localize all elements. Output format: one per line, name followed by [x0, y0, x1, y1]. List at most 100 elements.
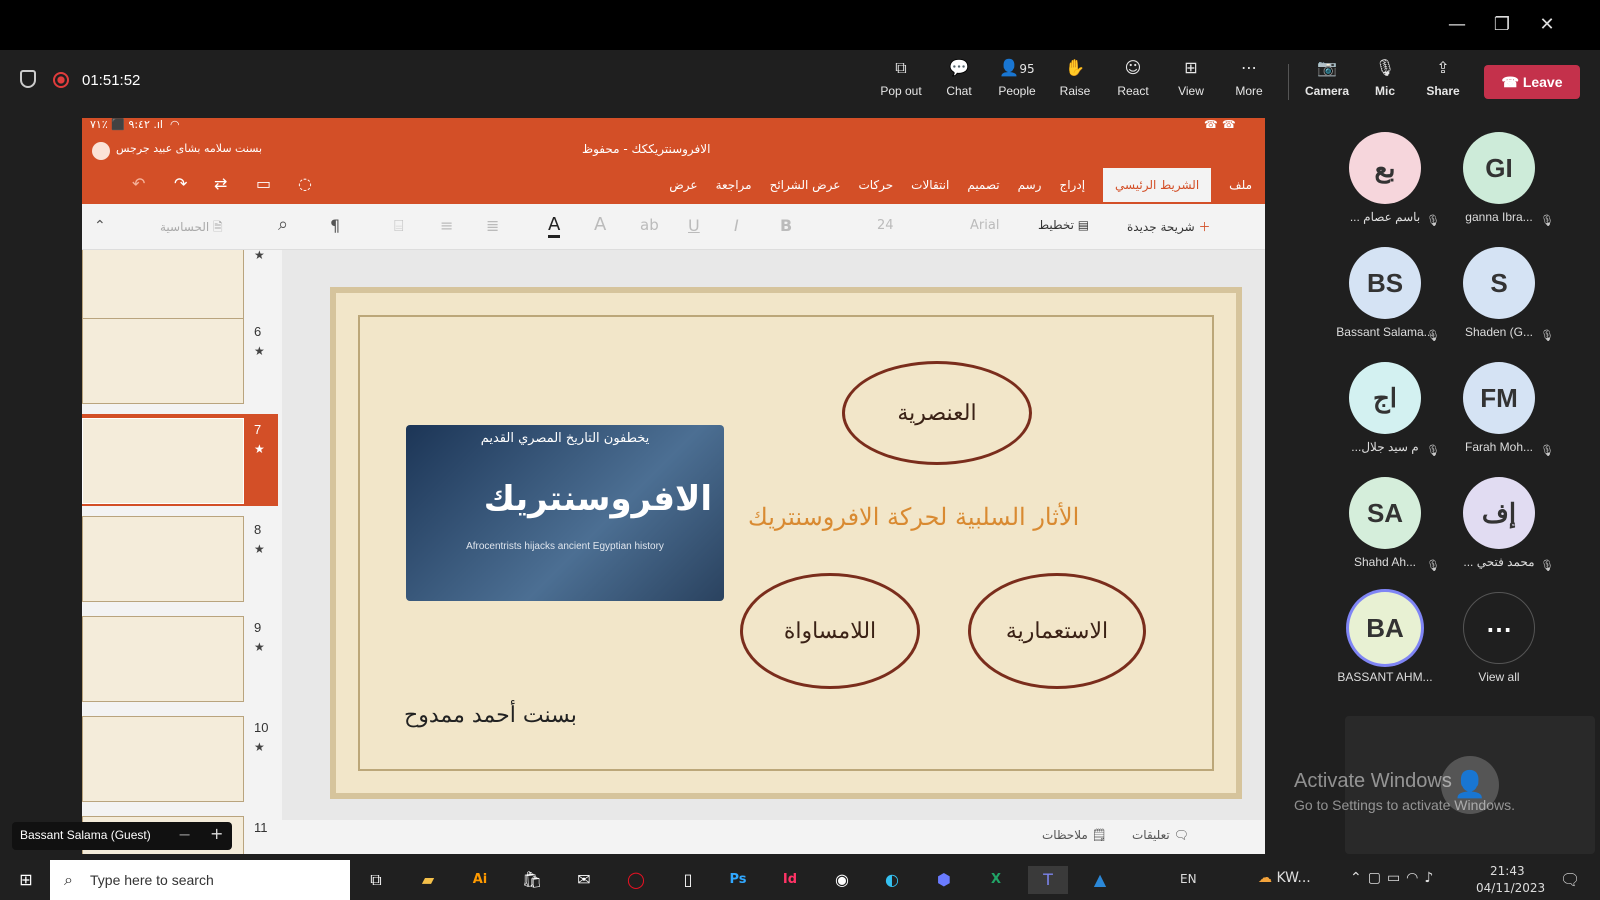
windows-start-icon[interactable]: ⊞ — [6, 866, 46, 894]
slide-thumbnail-active[interactable] — [82, 418, 244, 504]
ribbon-tab[interactable]: عرض الشرائح — [770, 178, 841, 192]
participant-tile[interactable]: SA Shahd Ah... 🎙 — [1330, 477, 1440, 572]
chrome-icon[interactable]: ◉ — [822, 866, 862, 894]
font-color-icon[interactable]: A — [548, 214, 561, 238]
ribbon-tab[interactable]: انتقالات — [911, 178, 949, 192]
redo-icon[interactable]: ↷ — [174, 174, 187, 193]
highlight-icon[interactable]: A — [594, 214, 606, 235]
system-tray-icons[interactable]: ⌃▢▭◠♪ — [1350, 870, 1439, 886]
ribbon-tab[interactable]: إدراج — [1059, 178, 1085, 192]
people-button[interactable]: 👤95 People — [988, 58, 1046, 108]
slide-thumbnail[interactable] — [82, 318, 244, 404]
chat-icon: 💬 — [949, 58, 969, 77]
align-icon[interactable]: ≡ — [440, 216, 453, 235]
ribbon-tab[interactable]: حركات — [858, 178, 893, 192]
participant-tile[interactable]: BS Bassant Salama... 🎙 — [1330, 247, 1440, 342]
task-view-icon[interactable]: ⧉ — [356, 866, 396, 894]
leave-button[interactable]: ☎ Leave — [1484, 65, 1580, 99]
meeting-toolbar: 01:51:52 ⧉ Pop out 💬 Chat 👤95 People ✋ Raise… — [0, 50, 1600, 114]
font-family-select[interactable]: Arial — [970, 218, 999, 233]
participant-tile[interactable]: إف ... محمد فتحي 🎙 — [1444, 477, 1554, 572]
avatar: BS — [1349, 247, 1421, 319]
clock-date[interactable]: 04/11/2023 — [1476, 881, 1545, 895]
taskbar-search[interactable]: ⌕ Type here to search — [50, 860, 350, 900]
photos-icon[interactable]: ▲ — [1080, 866, 1120, 894]
slide-thumbnail[interactable] — [82, 616, 244, 702]
present-icon[interactable]: ▭ — [256, 174, 271, 193]
chat-button[interactable]: 💬 Chat — [930, 58, 988, 108]
italic-icon[interactable]: I — [734, 216, 739, 235]
mic-button[interactable]: 🎙 Mic — [1356, 58, 1414, 108]
participant-tile[interactable]: GI ganna Ibra... 🎙 — [1444, 132, 1554, 227]
file-explorer-icon[interactable]: ▰ — [408, 866, 448, 894]
layout-button[interactable]: تخطيط ▤ — [1038, 218, 1089, 232]
lightbulb-icon[interactable]: ◌ — [298, 174, 312, 193]
notepad-icon[interactable]: ▯ — [668, 866, 708, 894]
zoom-in-icon[interactable]: + — [210, 824, 223, 843]
raise-hand-button[interactable]: ✋ Raise — [1046, 58, 1104, 108]
ribbon-tab[interactable]: رسم — [1018, 178, 1042, 192]
view-button[interactable]: ⊞ View — [1162, 58, 1220, 108]
undo-icon[interactable]: ↶ — [132, 174, 145, 193]
ribbon-tab[interactable]: تصميم — [967, 178, 999, 192]
minimize-icon[interactable]: — — [1442, 12, 1472, 38]
view-all-button[interactable]: ⋯ View all — [1444, 592, 1554, 684]
participant-name: Farah Moh... — [1464, 440, 1534, 454]
ribbon-tab[interactable]: عرض — [669, 178, 697, 192]
slide-thumbnail[interactable] — [82, 516, 244, 602]
zoom-out-icon[interactable]: − — [178, 825, 191, 844]
edge-icon[interactable]: ◐ — [872, 866, 912, 894]
bold-icon[interactable]: B — [780, 216, 792, 235]
search-icon[interactable]: ⌕ — [278, 214, 288, 235]
paragraph-icon[interactable]: ¶ — [330, 216, 340, 235]
store-icon[interactable]: 🛍 — [512, 866, 552, 894]
share-button[interactable]: ⇪ Share — [1414, 58, 1472, 108]
format-painter-icon[interactable]: ⌸ — [394, 216, 404, 236]
sensitivity-button[interactable]: الحساسية 🗎 — [160, 218, 223, 239]
notes-button[interactable]: ملاحظات 🗒 — [1042, 828, 1107, 842]
sensitivity-icon: 🗎 — [213, 220, 223, 234]
opera-icon[interactable]: ◯ — [616, 866, 656, 894]
participant-tile[interactable]: S Shaden (G... 🎙 — [1444, 247, 1554, 342]
document-title[interactable]: الافروسنتريككك - محفوظ — [582, 142, 710, 156]
react-button[interactable]: ☺ React — [1104, 58, 1162, 108]
strikethrough-icon[interactable]: ab — [640, 216, 659, 234]
photoshop-icon[interactable]: Ps — [718, 866, 758, 894]
camera-button[interactable]: 📷 Camera — [1298, 58, 1356, 108]
view-all-label: View all — [1478, 670, 1520, 684]
ribbon-tab[interactable]: مراجعة — [716, 178, 752, 192]
avatar — [92, 142, 110, 160]
restore-icon[interactable]: ❐ — [1487, 12, 1517, 38]
hand-icon: ✋ — [1065, 58, 1085, 77]
popout-button[interactable]: ⧉ Pop out — [872, 58, 930, 108]
ribbon-tab[interactable]: ملف — [1229, 178, 1252, 192]
close-icon[interactable]: ✕ — [1532, 12, 1562, 38]
excel-icon[interactable]: X — [976, 866, 1016, 894]
input-language[interactable]: EN — [1180, 872, 1197, 886]
collapse-ribbon-icon[interactable]: ⌃ — [94, 218, 106, 234]
new-slide-button[interactable]: شريحة جديدة ＋ — [1127, 218, 1211, 235]
teams-icon[interactable]: T — [1028, 866, 1068, 894]
more-button[interactable]: ⋯ More — [1220, 58, 1278, 108]
comment-icon: 🗨 — [1173, 828, 1189, 842]
app-icon[interactable]: ⬢ — [924, 866, 964, 894]
list-icon[interactable]: ≣ — [486, 216, 499, 235]
slide-thumbnail[interactable] — [82, 716, 244, 802]
clock-time[interactable]: 21:43 — [1490, 864, 1525, 878]
participant-tile[interactable]: بع ... باسم عصام 🎙 — [1330, 132, 1440, 227]
ribbon-tab[interactable]: الشريط الرئيسي — [1103, 168, 1212, 202]
illustrator-icon[interactable]: Ai — [460, 866, 500, 894]
participant-tile[interactable]: اج ...م سيد جلال 🎙 — [1330, 362, 1440, 457]
people-count: 95 — [1019, 62, 1035, 76]
indesign-icon[interactable]: Id — [770, 866, 810, 894]
underline-icon[interactable]: U — [688, 216, 700, 235]
mail-icon[interactable]: ✉ — [564, 866, 604, 894]
notifications-icon[interactable]: 🗨 — [1560, 870, 1580, 889]
participant-tile[interactable]: FM Farah Moh... 🎙 — [1444, 362, 1554, 457]
participant-name: Shaden (G... — [1464, 325, 1534, 339]
participant-tile[interactable]: BA BASSANT AHM... — [1330, 592, 1440, 684]
weather-widget[interactable]: ☁ KW... — [1258, 870, 1311, 886]
share-icon[interactable]: ⇄ — [214, 174, 227, 193]
font-size-select[interactable]: 24 — [877, 218, 894, 233]
comments-button[interactable]: تعليقات 🗨 — [1132, 828, 1189, 842]
